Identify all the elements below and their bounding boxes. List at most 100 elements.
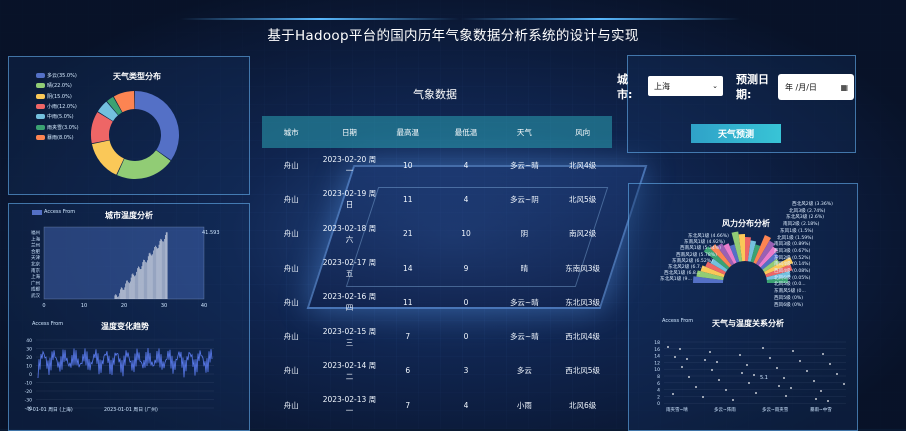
trend-y-tick: 10: [26, 364, 32, 370]
table-header: 城市 日期 最高温 最低温 天气 风向: [262, 116, 612, 148]
table-cell: 4: [463, 400, 469, 410]
weather-temp-point: [769, 357, 771, 359]
weather-temp-title: 天气与温度关系分析: [712, 319, 784, 328]
table-row[interactable]: 舟山 2023-02-16 周四 11 0 多云~晴 东北风3级: [262, 285, 612, 319]
table-cell: 2023-02-13 周一: [322, 395, 377, 416]
table-cell: 多云~晴: [509, 297, 539, 307]
weather-temp-point: [799, 360, 801, 362]
page-title: 基于Hadoop平台的国内历年气象数据分析系统的设计与实现: [267, 28, 639, 44]
table-cell: 阴: [520, 229, 529, 239]
wind-label: 东北风2级 (6.7...: [668, 265, 705, 270]
table-cell: 7: [405, 400, 411, 410]
table-header-cell: 风向: [575, 127, 591, 137]
wind-label: 西北风2级 (3.36%): [792, 202, 833, 207]
table-cell: 10: [402, 160, 413, 170]
wind-label: 北风6级 (0.05%): [774, 275, 811, 281]
weather-temp-y-tick: 0: [657, 401, 660, 407]
table-cell: 多云~阴: [509, 194, 539, 204]
legend-swatch: [36, 134, 45, 140]
legend-swatch: [36, 93, 45, 99]
legend-item[interactable]: 晴(22.0%): [36, 82, 72, 89]
weather-table: 城市 日期 最高温 最低温 天气 风向 舟山 2023-02-20 周一 10 4 多云~晴 北风4…: [262, 116, 612, 422]
table-row[interactable]: 舟山 2023-02-19 周日 11 4 多云~阴 北风5级: [262, 182, 612, 216]
table-header-cell: 最低温: [454, 127, 478, 137]
weather-temp-point: [702, 396, 704, 398]
legend-label: 晴(22.0%): [47, 83, 72, 90]
legend-label: 小雨(12.0%): [47, 103, 77, 110]
weather-temp-y-tick: 12: [654, 360, 660, 366]
table-row[interactable]: 舟山 2023-02-18 周六 21 10 阴 南风2级: [262, 217, 612, 251]
weather-temp-point: [725, 389, 727, 391]
weather-temp-point: [755, 392, 757, 394]
weather-temp-y-tick: 4: [657, 388, 660, 394]
city-y-label: 武汉: [31, 292, 40, 299]
weather-temp-point: [843, 383, 845, 385]
temp-trend-title: 温度变化趋势: [101, 322, 149, 331]
table-cell: 11: [402, 194, 413, 204]
wind-label: 西风4级 (0.08%): [774, 269, 811, 274]
wind-label: 北风5级 (0.0...: [774, 282, 806, 288]
table-cell: 北风6级: [568, 400, 597, 410]
weather-temp-point: [711, 369, 713, 371]
table-cell: 21: [402, 229, 413, 239]
legend-swatch: [36, 114, 45, 120]
donut-slice[interactable]: [135, 91, 179, 161]
city-y-label: 福州: [31, 229, 40, 236]
trend-y-tick: 40: [26, 338, 32, 344]
trend-x-tick: 2023-01-01 周日 (广州): [104, 406, 158, 413]
predict-button[interactable]: 天气预测: [691, 124, 781, 143]
legend-item[interactable]: 暴雨(8.0%): [36, 134, 74, 141]
table-row[interactable]: 舟山 2023-02-14 周二 6 3 多云 西北风5级: [262, 354, 612, 388]
wind-label: 东北风1级 (9...: [660, 277, 692, 283]
wind-label: 西风6级 (0%): [774, 302, 804, 308]
table-cell: 舟山: [283, 332, 299, 342]
trend-y-tick: -20: [25, 389, 32, 395]
legend-item[interactable]: 中雨(5.0%): [36, 113, 74, 120]
weather-temp-point: [813, 380, 815, 382]
table-cell: 东北风3级: [565, 297, 601, 307]
weather-temp-point: [688, 376, 690, 378]
table-cell: 多云~晴: [509, 160, 539, 170]
weather-temp-point: [820, 390, 822, 392]
legend-item[interactable]: 阴(15.0%): [36, 93, 72, 100]
legend-label: 多云(35.0%): [47, 73, 77, 79]
donut-slice[interactable]: [117, 150, 171, 179]
weather-temp-y-tick: 14: [654, 354, 660, 360]
weather-temp-legend: Access From: [662, 318, 694, 324]
calendar-icon: ▦: [840, 82, 848, 92]
table-row[interactable]: 舟山 2023-02-20 周一 10 4 多云~晴 北风4级: [262, 148, 612, 182]
table-row[interactable]: 舟山 2023-02-15 周三 7 0 多云~晴 西北风4级: [262, 319, 612, 353]
table-cell: 小雨: [516, 400, 532, 410]
table-cell: 多云~晴: [509, 332, 539, 342]
legend-label: 暴雨(8.0%): [47, 134, 74, 141]
city-temp-title: 城市温度分析: [105, 211, 153, 220]
table-cell: 2023-02-16 周四: [322, 292, 377, 313]
weather-temp-y-tick: 16: [654, 347, 660, 353]
table-row[interactable]: 舟山 2023-02-17 周五 14 9 晴 东南风3级: [262, 251, 612, 285]
weather-temp-point: [815, 398, 817, 400]
date-input[interactable]: 年 /月/日 ▦: [778, 74, 854, 100]
weather-temp-point: [746, 364, 748, 366]
city-x-tick: 20: [121, 303, 127, 309]
weather-temp-point: [790, 387, 792, 389]
table-cell: 0: [463, 332, 469, 342]
weather-temp-point: [822, 353, 824, 355]
legend-item[interactable]: 多云(35.0%): [36, 72, 77, 79]
header: 基于Hadoop平台的国内历年气象数据分析系统的设计与实现: [0, 0, 906, 60]
weather-temp-point: [785, 395, 787, 397]
donut-slice[interactable]: [91, 140, 124, 175]
table-cell: 0: [463, 297, 469, 307]
weather-temp-point: [776, 367, 778, 369]
chevron-down-icon: ⌄: [712, 82, 718, 90]
legend-item[interactable]: 雨夹雪(3.0%): [36, 124, 79, 131]
weather-temp-point: [792, 350, 794, 352]
city-select[interactable]: 上海 ⌄: [648, 76, 723, 96]
weather-temp-point: [836, 373, 838, 375]
city-x-tick: 0: [42, 303, 45, 309]
table-row[interactable]: 舟山 2023-02-13 周一 7 4 小雨 北风6级: [262, 388, 612, 422]
weather-temp-point: [686, 358, 688, 360]
weather-temp-point: [679, 348, 681, 350]
wind-label: 西南风1级 (5.34%): [680, 246, 721, 252]
legend-item[interactable]: 小雨(12.0%): [36, 103, 77, 110]
trend-line: [37, 348, 213, 379]
